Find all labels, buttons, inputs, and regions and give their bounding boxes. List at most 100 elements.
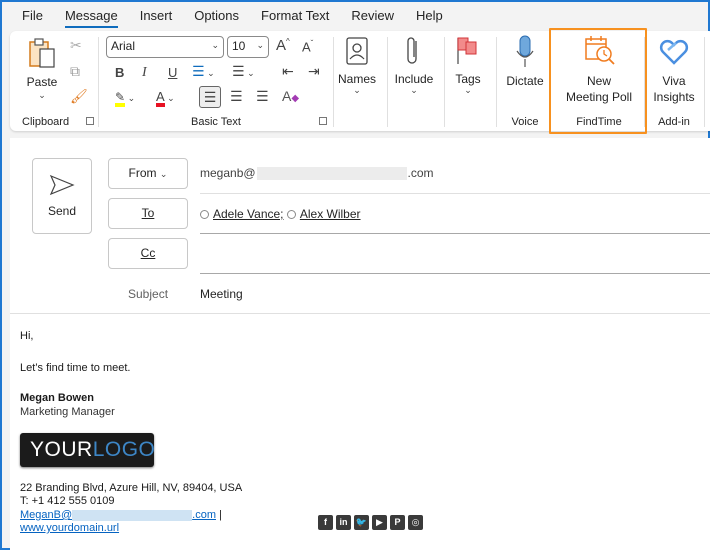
email-suffix: .com xyxy=(192,509,216,521)
flag-icon xyxy=(457,37,477,64)
ribbon-tabs: File Message Insert Options Format Text … xyxy=(2,2,708,30)
send-label: Send xyxy=(47,204,77,218)
recipient-chip[interactable]: Alex Wilber xyxy=(300,207,361,221)
subject-field[interactable]: Meeting xyxy=(200,287,243,301)
font-size-value: 10 xyxy=(232,39,246,53)
tab-message[interactable]: Message xyxy=(54,2,129,30)
chevron-down-icon: ⌄ xyxy=(464,85,472,95)
message-text: Let’s find time to meet. xyxy=(20,362,131,374)
tab-help[interactable]: Help xyxy=(405,2,454,30)
from-email-suffix: .com xyxy=(407,166,434,180)
chevron-down-icon: ⌄ xyxy=(410,85,418,95)
presence-icon xyxy=(200,210,209,219)
shrink-font-icon[interactable]: Aˇ xyxy=(302,39,313,54)
italic-icon[interactable]: I xyxy=(142,65,147,81)
clipboard-launcher-icon[interactable] xyxy=(86,117,94,125)
tab-review[interactable]: Review xyxy=(340,2,405,30)
align-right-icon[interactable]: ☰ xyxy=(256,88,269,105)
tags-button[interactable]: Tags ⌄ xyxy=(446,31,490,131)
paste-chevron-icon: ⌄ xyxy=(38,90,46,100)
names-button[interactable]: Names ⌄ xyxy=(334,31,380,131)
to-label: To xyxy=(141,206,155,220)
grow-font-icon[interactable]: A^ xyxy=(276,37,290,54)
signature-name: Megan Bowen xyxy=(20,392,94,404)
decrease-indent-icon[interactable]: ⇤ xyxy=(282,63,294,80)
tab-format-text[interactable]: Format Text xyxy=(250,2,340,30)
logo-text-accent: LOGO xyxy=(92,438,156,461)
chevron-down-icon: ⌄ xyxy=(353,85,361,95)
tab-insert[interactable]: Insert xyxy=(129,2,184,30)
numbering-icon[interactable]: ☰ ⌄ xyxy=(232,63,255,80)
font-name-value: Arial xyxy=(111,39,136,53)
separator xyxy=(444,37,445,127)
bullets-icon[interactable]: ☰ ⌄ xyxy=(192,63,215,80)
recipient-chip[interactable]: Adele Vance; xyxy=(213,207,284,221)
paperclip-icon xyxy=(407,37,417,64)
facebook-icon[interactable]: f xyxy=(318,515,333,530)
to-button[interactable]: To xyxy=(108,198,188,229)
increase-indent-icon[interactable]: ⇥ xyxy=(308,63,320,80)
subject-label: Subject xyxy=(128,287,169,301)
twitter-icon[interactable]: 🐦 xyxy=(354,515,369,530)
instagram-icon[interactable]: ◎ xyxy=(408,515,423,530)
align-left-icon[interactable]: ☰ xyxy=(199,86,221,108)
tab-file[interactable]: File xyxy=(2,2,54,30)
signature-email-link[interactable]: MeganB@ .com xyxy=(20,509,216,521)
presence-icon xyxy=(286,210,296,219)
voice-group: Dictate Voice xyxy=(497,31,553,131)
pinterest-icon[interactable]: P xyxy=(390,515,405,530)
align-center-icon[interactable]: ☰ xyxy=(230,88,243,105)
separator-text: | xyxy=(219,509,222,521)
format-painter-icon[interactable]: 🖌 xyxy=(70,88,88,105)
cc-button[interactable]: Cc xyxy=(108,238,188,269)
youtube-icon[interactable]: ▶ xyxy=(372,515,387,530)
new-meeting-poll-button[interactable]: New Meeting Poll xyxy=(554,31,644,104)
website-link[interactable]: www.yourdomain.url xyxy=(20,522,119,534)
cc-field[interactable] xyxy=(200,246,700,266)
cc-label: Cc xyxy=(140,246,156,260)
addin-group: Viva Insights Add-in xyxy=(646,31,702,131)
font-color-icon[interactable]: A ⌄ xyxy=(156,88,175,107)
redacted-block xyxy=(72,509,193,521)
chevron-down-icon: ⌄ xyxy=(256,40,264,50)
viva-insights-button[interactable]: Viva Insights xyxy=(646,31,702,104)
clipboard-group: Paste ⌄ ✂ ⧉ 🖌 Clipboard xyxy=(10,31,100,131)
findtime-group-label: FindTime xyxy=(576,116,622,128)
findtime-group: New Meeting Poll FindTime xyxy=(554,31,644,131)
to-field[interactable]: Adele Vance; Alex Wilber xyxy=(200,207,361,221)
include-button[interactable]: Include ⌄ xyxy=(388,31,440,131)
send-button[interactable]: Send xyxy=(32,158,92,234)
linkedin-icon[interactable]: in xyxy=(336,515,351,530)
send-icon xyxy=(49,174,75,196)
divider xyxy=(200,273,710,274)
viva-insights-label-line1: Viva xyxy=(662,74,686,88)
tab-options[interactable]: Options xyxy=(183,2,250,30)
separator xyxy=(644,37,645,127)
copy-icon[interactable]: ⧉ xyxy=(70,63,80,80)
divider xyxy=(200,233,710,234)
addin-group-label: Add-in xyxy=(658,116,690,128)
highlight-icon[interactable]: ✎ ⌄ xyxy=(115,88,135,107)
divider xyxy=(200,193,710,194)
viva-insights-label-line2: Insights xyxy=(653,90,695,104)
clear-formatting-icon[interactable]: A◆ xyxy=(282,88,299,104)
font-size-dropdown[interactable]: 10 ⌄ xyxy=(227,36,269,58)
underline-icon[interactable]: U xyxy=(168,65,177,80)
paste-label: Paste xyxy=(26,75,58,89)
dictate-button[interactable]: Dictate xyxy=(497,31,553,101)
signature-email-line: MeganB@ .com | xyxy=(20,509,222,521)
paste-button[interactable]: Paste ⌄ xyxy=(20,37,64,101)
address-book-icon xyxy=(346,37,368,65)
from-label: From xyxy=(128,166,157,180)
dictate-label: Dictate xyxy=(506,74,544,88)
cut-icon[interactable]: ✂ xyxy=(70,37,82,54)
basic-text-group-label: Basic Text xyxy=(191,116,241,128)
from-button[interactable]: From ⌄ xyxy=(108,158,188,189)
signature-address: 22 Branding Blvd, Azure Hill, NV, 89404,… xyxy=(20,482,243,494)
separator xyxy=(98,37,99,127)
social-icons: f in 🐦 ▶ P ◎ xyxy=(318,515,423,530)
basic-text-launcher-icon[interactable] xyxy=(319,117,327,125)
bold-icon[interactable]: B xyxy=(115,65,124,80)
font-name-dropdown[interactable]: Arial ⌄ xyxy=(106,36,224,58)
paste-icon xyxy=(29,38,55,68)
